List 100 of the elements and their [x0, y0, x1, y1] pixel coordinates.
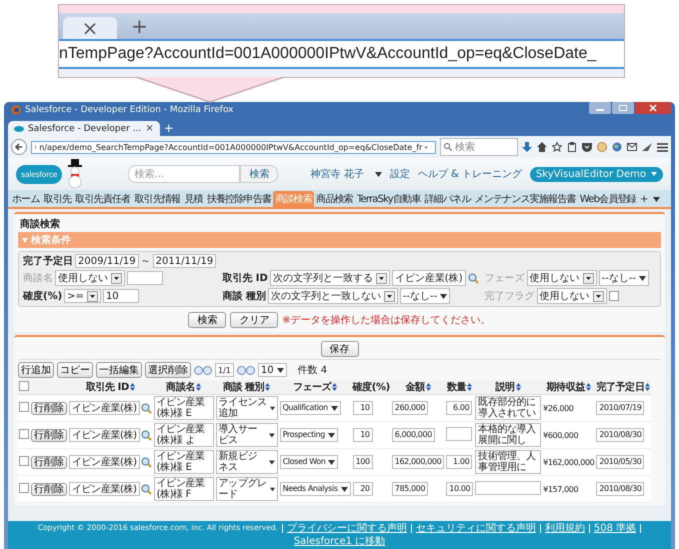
- nav-tab[interactable]: TerraSky自動車: [354, 191, 423, 207]
- badge-icon[interactable]: [597, 142, 607, 152]
- name-field[interactable]: イピン産業(株)様 E: [154, 396, 214, 420]
- date-field[interactable]: 2011/11/19: [152, 254, 216, 268]
- sort-icon[interactable]: [130, 383, 135, 391]
- quantity-field[interactable]: 10.00: [446, 482, 474, 496]
- browser-tab[interactable]: Salesforce - Developer ... ×: [8, 121, 160, 136]
- operator-select[interactable]: 次の文字列と一致する: [270, 270, 390, 286]
- menu-icon[interactable]: [657, 142, 668, 152]
- nav-tab[interactable]: メンテナンス実施報告書: [472, 191, 578, 207]
- operator-select[interactable]: >=: [64, 289, 101, 303]
- user-menu[interactable]: 神宮寺 花子: [310, 167, 364, 181]
- lookup-icon[interactable]: [140, 484, 152, 494]
- operator-select[interactable]: 使用しない: [55, 270, 125, 286]
- phase-select[interactable]: Prospecting: [280, 428, 338, 442]
- add-tab-button[interactable]: +: [638, 192, 650, 206]
- name-field[interactable]: イピン産業(株)様 E: [154, 450, 214, 474]
- search-button[interactable]: 検索: [240, 165, 278, 183]
- nav-tab[interactable]: 取引先: [42, 191, 74, 207]
- dropdown-button-icon[interactable]: [111, 272, 122, 284]
- setup-link[interactable]: 設定: [390, 167, 410, 181]
- nav-tab[interactable]: 見積: [182, 191, 205, 207]
- nav-tab[interactable]: 商品検索: [314, 191, 355, 207]
- phase-select[interactable]: Closed Won: [280, 455, 338, 469]
- date-field[interactable]: 2010/05/30: [596, 455, 644, 469]
- sort-icon[interactable]: [426, 383, 431, 391]
- toolbar-button[interactable]: 一括編集: [96, 362, 142, 378]
- amount-field[interactable]: 6,000,000: [392, 428, 435, 442]
- sort-icon[interactable]: [645, 383, 650, 391]
- type-select[interactable]: アップグレード: [216, 477, 278, 501]
- amount-field[interactable]: 162,000,000: [392, 455, 444, 469]
- delete-row-button[interactable]: 行削除: [31, 482, 67, 496]
- first-page-icon[interactable]: [194, 366, 212, 374]
- search-field[interactable]: 検索: [440, 138, 518, 156]
- delete-row-button[interactable]: 行削除: [31, 428, 67, 442]
- new-tab-button[interactable]: +: [164, 121, 174, 136]
- browser-tab[interactable]: ×: [63, 17, 117, 39]
- dropdown-button-icon[interactable]: [592, 290, 604, 302]
- pocket-icon[interactable]: [582, 142, 592, 152]
- type-select[interactable]: 導入サービス: [216, 423, 278, 447]
- column-header[interactable]: 確度(%): [352, 380, 390, 394]
- globe-icon[interactable]: [612, 142, 622, 152]
- dropdown-button-icon[interactable]: [582, 272, 594, 284]
- checkbox[interactable]: [19, 402, 29, 412]
- description-field[interactable]: 本格的な導入展開に関し: [475, 423, 542, 447]
- operator-select[interactable]: 次の文字列と一致しない: [268, 288, 398, 304]
- nav-tab[interactable]: ホーム: [10, 191, 42, 207]
- delete-row-button[interactable]: 行削除: [31, 456, 67, 468]
- checkbox[interactable]: [19, 380, 29, 390]
- operator-select[interactable]: 使用しない: [526, 270, 597, 286]
- toolbar-button[interactable]: 選択削除: [145, 362, 191, 378]
- back-button[interactable]: [11, 139, 27, 155]
- probability-field[interactable]: 10: [352, 401, 373, 415]
- operator-select[interactable]: 使用しない: [536, 288, 607, 304]
- type-select[interactable]: 新規ビジネス: [216, 450, 278, 474]
- account-field[interactable]: イピン産業(株): [69, 401, 140, 415]
- lookup-icon[interactable]: [140, 402, 152, 414]
- close-icon[interactable]: ×: [82, 18, 98, 38]
- toolbar-button[interactable]: 行追加: [18, 362, 54, 378]
- name-field[interactable]: イピン産業(株)様 F: [154, 477, 214, 501]
- date-field[interactable]: 2010/08/30: [596, 428, 644, 442]
- sort-icon[interactable]: [516, 383, 521, 391]
- new-tab-button[interactable]: +: [131, 16, 148, 36]
- value-field[interactable]: [127, 271, 163, 285]
- phase-select[interactable]: Needs Analysis: [280, 482, 351, 496]
- nav-tab[interactable]: 取引先情報: [132, 191, 182, 207]
- description-field[interactable]: 技術管理、人事管理用に: [475, 450, 542, 474]
- dropdown-button-icon[interactable]: [376, 272, 387, 284]
- nav-tab[interactable]: 詳細パネル: [422, 191, 473, 207]
- description-field[interactable]: 既存部分的に導入されてい: [475, 396, 542, 420]
- checkbox[interactable]: [19, 428, 29, 438]
- nav-tab[interactable]: 扶養控除申告書: [204, 191, 274, 207]
- lookup-icon[interactable]: [468, 272, 479, 284]
- page-size-select[interactable]: 10: [258, 363, 287, 377]
- type-select[interactable]: ライセンス追加: [216, 396, 278, 420]
- account-field[interactable]: イピン産業(株): [69, 428, 140, 442]
- download-icon[interactable]: [522, 142, 532, 152]
- close-button[interactable]: [635, 102, 671, 114]
- sort-icon[interactable]: [196, 383, 202, 391]
- sort-icon[interactable]: [265, 383, 270, 391]
- name-field[interactable]: イピン産業(株)様 よ: [154, 423, 214, 447]
- delete-row-button[interactable]: 行削除: [31, 402, 67, 414]
- checkbox[interactable]: [19, 482, 29, 492]
- star-icon[interactable]: [552, 142, 562, 152]
- nav-tab[interactable]: 取引先責任者: [73, 191, 132, 207]
- phase-select[interactable]: Qualification: [280, 401, 341, 415]
- help-link[interactable]: ヘルプ & トレーニング: [418, 167, 522, 181]
- value-field[interactable]: 10: [102, 289, 139, 303]
- date-field[interactable]: 2010/08/30: [596, 482, 644, 496]
- quantity-field[interactable]: 6.00: [446, 401, 472, 415]
- quantity-field[interactable]: 1.00: [446, 455, 472, 469]
- account-field[interactable]: イピン産業(株): [69, 482, 140, 496]
- last-page-icon[interactable]: [236, 366, 255, 374]
- amount-field[interactable]: 785,000: [392, 482, 428, 496]
- account-field[interactable]: イピン産業(株): [69, 455, 140, 469]
- address-bar[interactable]: n/apex/demo_SearchTempPage?AccountId=001A000000IPtwV&AccountId_op=eq&CloseDate_fr: [31, 140, 436, 154]
- date-field[interactable]: 2009/11/19: [75, 254, 139, 268]
- mail-icon[interactable]: [627, 143, 637, 151]
- toolbar-button[interactable]: コピー: [57, 362, 93, 378]
- value-select[interactable]: --なし--: [400, 288, 450, 304]
